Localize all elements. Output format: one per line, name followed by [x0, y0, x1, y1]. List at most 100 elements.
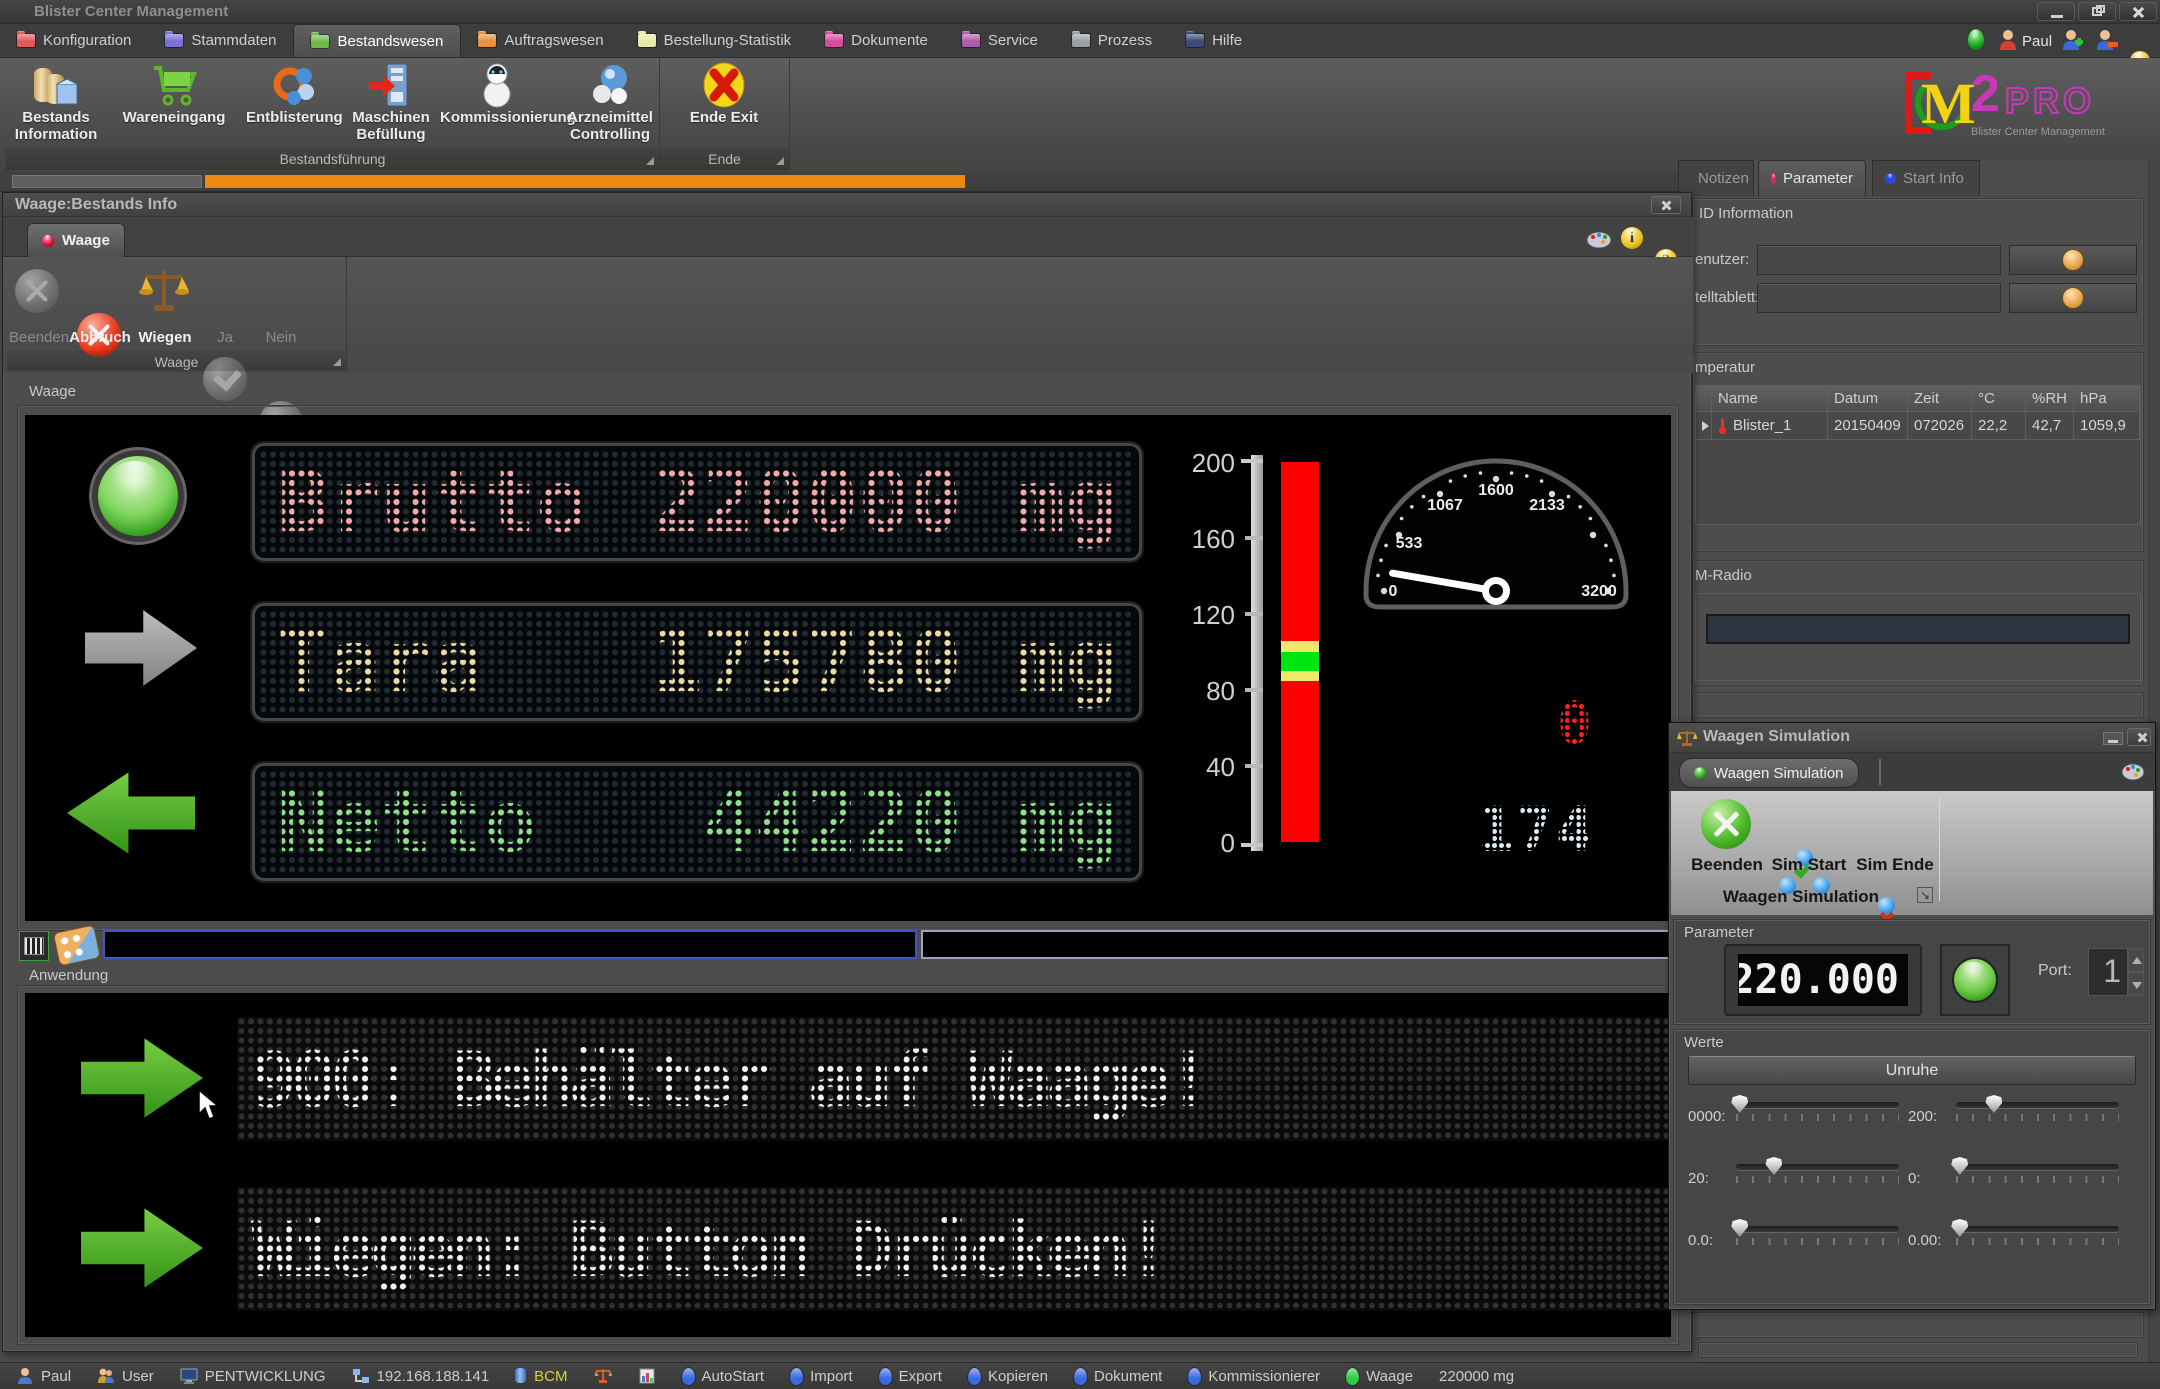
sim-ribbon: Beenden Sim Start Sim Ende Waagen Simula…: [1671, 791, 2153, 915]
status-kommissionierer[interactable]: Kommissionierer: [1188, 1368, 1320, 1385]
bestands-information-button[interactable]: Bestands Information: [8, 60, 104, 146]
person-icon: [16, 1367, 34, 1385]
slider-thumb[interactable]: [1731, 1219, 1748, 1237]
restore-button[interactable]: [2078, 2, 2116, 21]
status-bcm[interactable]: BCM: [515, 1367, 567, 1385]
blister-button[interactable]: [54, 923, 105, 969]
status-host[interactable]: PENTWICKLUNG: [180, 1367, 326, 1385]
slider-thumb[interactable]: [1985, 1095, 2002, 1113]
menu-tab-bestandswesen[interactable]: Bestandswesen: [293, 24, 461, 57]
col-zeit[interactable]: Zeit: [1908, 386, 1972, 412]
menu-tab-konfiguration[interactable]: Konfiguration: [0, 24, 148, 57]
menu-tab-prozess[interactable]: Prozess: [1055, 24, 1169, 57]
group-expand-icon[interactable]: [333, 358, 341, 366]
status-report[interactable]: [638, 1367, 656, 1385]
dialog-launcher-icon[interactable]: ↘: [1917, 887, 1933, 903]
status-scale[interactable]: [594, 1367, 612, 1385]
table-row-hpa[interactable]: 1059,9: [2074, 412, 2140, 440]
display-mode-button[interactable]: [19, 931, 49, 961]
status-role[interactable]: User: [97, 1367, 154, 1385]
close-button[interactable]: [2119, 2, 2157, 21]
slider-thumb[interactable]: [1951, 1157, 1968, 1175]
info-icon[interactable]: i: [1621, 227, 1643, 249]
menu-tab-hilfe[interactable]: Hilfe: [1169, 24, 1259, 57]
col-name[interactable]: Name: [1712, 386, 1828, 412]
status-waage[interactable]: Waage: [1346, 1368, 1413, 1385]
kommissionierung-button[interactable]: Kommissionierung: [440, 60, 554, 146]
menu-tab-auftragswesen[interactable]: Auftragswesen: [461, 24, 620, 57]
status-ip[interactable]: 192.168.188.141: [352, 1367, 490, 1385]
netto-label: Netto: [277, 772, 536, 872]
arzneimittel-controlling-button[interactable]: Arzneimittel Controlling: [556, 60, 664, 146]
anwendung-display-area: 900: Behälter auf Waage! Wiegen: Button …: [25, 993, 1671, 1337]
netto-display: Netto 44220 mg: [252, 763, 1142, 881]
sim-tab[interactable]: Waagen Simulation: [1679, 758, 1859, 788]
waage-window-close-button[interactable]: [1651, 196, 1681, 214]
menu-tab-service[interactable]: Service: [945, 24, 1055, 57]
stelltablett-scan-button[interactable]: [2009, 283, 2137, 313]
palette-icon[interactable]: [2121, 762, 2145, 781]
empty-group-box: [1698, 1342, 2138, 1358]
remove-user-icon[interactable]: [2096, 29, 2118, 51]
table-row-rh[interactable]: 42,7: [2026, 412, 2074, 440]
slider-thumb[interactable]: [1731, 1095, 1748, 1113]
table-row-celsius[interactable]: 22,2: [1972, 412, 2026, 440]
status-autostart[interactable]: AutoStart: [682, 1368, 765, 1385]
port-spinner-value[interactable]: 1: [2088, 948, 2128, 996]
menu-bar: Konfiguration Stammdaten Bestandswesen A…: [0, 24, 2160, 58]
add-user-icon[interactable]: [2062, 29, 2084, 51]
slider-thumb[interactable]: [1951, 1219, 1968, 1237]
stelltablett-field[interactable]: [1757, 283, 2001, 313]
table-row-datum[interactable]: 20150409: [1828, 412, 1908, 440]
status-kopieren[interactable]: Kopieren: [968, 1368, 1048, 1385]
maschinen-befuellung-button[interactable]: Maschinen Befüllung: [344, 60, 438, 146]
col-rh[interactable]: %RH: [2026, 386, 2074, 412]
palette-icon[interactable]: [1586, 229, 1612, 249]
scan-input-secondary[interactable]: [921, 930, 1673, 959]
sim-beenden-icon[interactable]: [1701, 799, 1751, 849]
user-icon[interactable]: [1998, 29, 2018, 51]
port-spin-up[interactable]: [2128, 948, 2144, 972]
app-titlebar: Blister Center Management: [0, 0, 2160, 24]
row-selector[interactable]: [1696, 412, 1712, 440]
group-expand-icon[interactable]: [776, 157, 784, 165]
col-hpa[interactable]: hPa: [2074, 386, 2140, 412]
benutzer-field[interactable]: [1757, 245, 2001, 275]
menu-tab-dokumente[interactable]: Dokumente: [808, 24, 945, 57]
entblisterung-button[interactable]: Entblisterung: [246, 60, 342, 146]
id-information-group: ID Information enutzer: telltablett:: [1692, 198, 2144, 346]
slider-thumb[interactable]: [1765, 1157, 1782, 1175]
status-import[interactable]: Import: [790, 1368, 853, 1385]
shield-icon: [968, 1368, 981, 1385]
menu-tab-bestellung-statistik[interactable]: Bestellung-Statistik: [621, 24, 809, 57]
sim-minimize-button[interactable]: [2103, 732, 2123, 745]
table-row-zeit[interactable]: 072026: [1908, 412, 1972, 440]
status-dokument[interactable]: Dokument: [1074, 1368, 1162, 1385]
status-user[interactable]: Paul: [16, 1367, 71, 1385]
tab-start-info[interactable]: Start Info: [1872, 160, 1980, 196]
ja-label: Ja: [203, 329, 247, 346]
empty-group-box: [1692, 692, 2144, 718]
status-export[interactable]: Export: [879, 1368, 942, 1385]
table-row-name[interactable]: Blister_1: [1712, 412, 1828, 440]
menu-tab-stammdaten[interactable]: Stammdaten: [148, 24, 293, 57]
col-datum[interactable]: Datum: [1828, 386, 1908, 412]
wareneingang-button[interactable]: Wareneingang: [106, 60, 242, 146]
scan-input-primary[interactable]: [103, 930, 917, 959]
group-expand-icon[interactable]: [646, 157, 654, 165]
port-spin-down[interactable]: [2128, 972, 2144, 996]
col-celsius[interactable]: °C: [1972, 386, 2026, 412]
minimize-button[interactable]: [2037, 2, 2075, 21]
tab-parameter[interactable]: Parameter: [1758, 160, 1866, 196]
wiegen-scale-icon[interactable]: [139, 267, 189, 315]
sim-close-button[interactable]: [2127, 728, 2151, 746]
tab-notizen[interactable]: Notizen: [1678, 160, 1754, 196]
benutzer-label: enutzer:: [1695, 251, 1749, 268]
benutzer-scan-button[interactable]: [2009, 245, 2137, 275]
unruhe-button[interactable]: Unruhe: [1688, 1056, 2136, 1085]
ende-exit-button[interactable]: Ende Exit: [674, 60, 774, 146]
tab-waage[interactable]: Waage: [27, 223, 125, 257]
m-radio-field[interactable]: [1706, 614, 2130, 644]
message-arrow-icon: [81, 1203, 203, 1293]
beenden-icon[interactable]: [15, 269, 59, 313]
